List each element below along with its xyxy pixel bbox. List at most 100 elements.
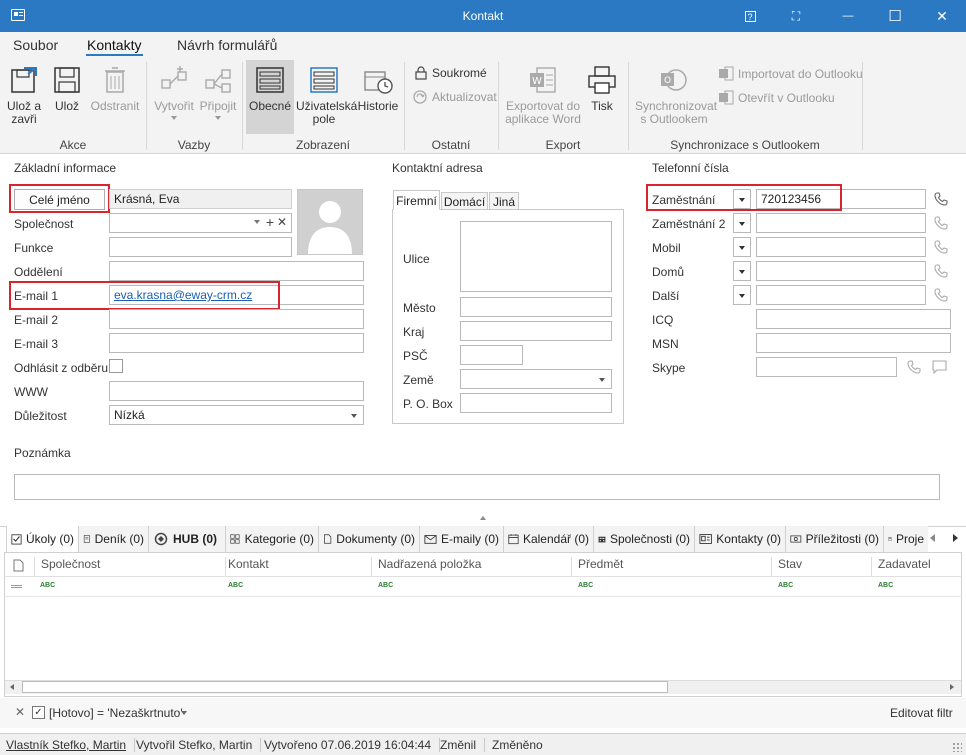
column-header-nadrazena-polozka[interactable]: Nadřazená položka — [372, 557, 572, 576]
menu-kontakty[interactable]: Kontakty — [87, 37, 141, 53]
column-header-stav[interactable]: Stav — [772, 557, 872, 576]
filter-kontakt[interactable]: ABC — [228, 582, 243, 589]
create-button[interactable]: Vytvořit — [152, 64, 196, 120]
clear-filter-icon[interactable]: ✕ — [15, 705, 25, 719]
tab-prilezitosti[interactable]: Příležitosti (0) — [786, 526, 884, 552]
tab-domaci[interactable]: Domácí — [441, 192, 488, 210]
export-word-button[interactable]: W Exportovat do aplikace Word — [504, 64, 582, 126]
private-toggle[interactable]: Soukromé — [414, 66, 487, 80]
note-field[interactable] — [14, 474, 940, 500]
msn-field[interactable] — [756, 333, 951, 353]
call-icon[interactable] — [934, 288, 948, 302]
scroll-right-icon[interactable] — [950, 684, 954, 690]
tab-denik[interactable]: Deník (0) — [79, 526, 149, 552]
pobox-field[interactable] — [460, 393, 612, 413]
email2-field[interactable] — [109, 309, 364, 329]
department-field[interactable] — [109, 261, 364, 281]
phone-field-other[interactable] — [756, 285, 926, 305]
tab-kalendar[interactable]: Kalendář (0) — [504, 526, 594, 552]
filter-predmet[interactable]: ABC — [578, 582, 593, 589]
fullname-field[interactable]: Krásná, Eva — [109, 189, 292, 209]
skype-call-icon[interactable] — [907, 360, 921, 374]
tab-dokumenty[interactable]: Dokumenty (0) — [319, 526, 420, 552]
menu-soubor[interactable]: Soubor — [13, 37, 58, 53]
city-field[interactable] — [460, 297, 612, 317]
close-button[interactable]: ✕ — [919, 0, 965, 32]
column-header-zadavatel[interactable]: Zadavatel — [872, 557, 962, 576]
zip-field[interactable] — [460, 345, 523, 365]
minimize-button[interactable]: — — [825, 0, 871, 32]
print-button[interactable]: Tisk — [584, 64, 620, 113]
fullname-button[interactable]: Celé jméno — [14, 189, 105, 210]
scrollbar-thumb[interactable] — [22, 681, 668, 693]
email1-link[interactable]: eva.krasna@eway-crm.cz — [114, 288, 252, 302]
tab-kategorie[interactable]: Kategorie (0) — [226, 526, 319, 552]
tab-spolecnosti[interactable]: Společnosti (0) — [594, 526, 695, 552]
filter-stav[interactable]: ABC — [778, 582, 793, 589]
save-close-button[interactable]: Ulož a zavři — [4, 64, 44, 126]
email3-field[interactable] — [109, 333, 364, 353]
chat-icon[interactable] — [932, 360, 947, 374]
fullscreen-icon[interactable]: ⛶ — [773, 0, 819, 32]
column-header-spolecnost[interactable]: Společnost — [34, 557, 226, 576]
chevron-down-icon[interactable] — [181, 711, 187, 715]
save-button[interactable]: Ulož — [50, 64, 84, 113]
help-icon[interactable]: ? — [727, 0, 773, 32]
importance-select[interactable]: Nízká — [109, 405, 364, 425]
phone-field-mobile[interactable] — [756, 237, 926, 257]
call-icon[interactable] — [934, 216, 948, 230]
tab-kontakty[interactable]: Kontakty (0) — [695, 526, 786, 552]
history-button[interactable]: Historie — [356, 64, 400, 113]
call-icon[interactable] — [934, 192, 948, 206]
import-outlook-button[interactable]: Importovat do Outlooku — [718, 66, 863, 82]
attach-button[interactable]: Připojit — [198, 64, 238, 120]
clear-icon[interactable]: ✕ — [277, 215, 287, 229]
phone-field-work[interactable]: 720123456 — [756, 189, 926, 209]
street-field[interactable] — [460, 221, 612, 292]
tabs-scroll-left-icon[interactable] — [930, 534, 935, 542]
user-fields-button[interactable]: Uživatelská pole — [296, 64, 357, 126]
maximize-button[interactable]: ☐ — [872, 0, 918, 32]
phone-field-home[interactable] — [756, 261, 926, 281]
phone-field-work2[interactable] — [756, 213, 926, 233]
skype-field[interactable] — [756, 357, 897, 377]
filter-nadrazena-polozka[interactable]: ABC — [378, 582, 393, 589]
open-outlook-button[interactable]: Otevřít v Outlooku — [718, 90, 835, 106]
general-view-button[interactable]: Obecné — [248, 64, 292, 113]
add-icon[interactable]: + — [266, 214, 274, 230]
phone-type-dropdown-work2[interactable] — [733, 213, 751, 233]
phone-type-dropdown-home[interactable] — [733, 261, 751, 281]
tab-firemni[interactable]: Firemní — [393, 190, 440, 210]
filter-expression[interactable]: [Hotovo] = 'Nezaškrtnuto' — [49, 706, 183, 720]
delete-button[interactable]: Odstranit — [90, 64, 140, 113]
www-field[interactable] — [109, 381, 364, 401]
splitter-up-icon[interactable] — [480, 516, 486, 520]
unsubscribe-checkbox[interactable] — [109, 359, 123, 373]
tabs-scroll-right-icon[interactable] — [953, 534, 958, 542]
function-field[interactable] — [109, 237, 292, 257]
tab-hub[interactable]: HUB (0) — [149, 526, 226, 552]
filter-row-icon[interactable] — [11, 585, 22, 588]
resize-grip-icon[interactable] — [952, 742, 962, 752]
company-field[interactable]: + ✕ — [109, 213, 292, 233]
owner-link[interactable]: Vlastník Stefko, Martin — [6, 738, 136, 752]
contact-photo[interactable] — [297, 189, 363, 255]
column-header-kontakt[interactable]: Kontakt — [222, 557, 372, 576]
country-select[interactable] — [460, 369, 612, 389]
phone-type-dropdown-mobile[interactable] — [733, 237, 751, 257]
email1-field[interactable]: eva.krasna@eway-crm.cz — [109, 285, 364, 305]
phone-type-dropdown-work[interactable] — [733, 189, 751, 209]
filter-enabled-checkbox[interactable]: ✓ — [32, 706, 45, 719]
tab-emaily[interactable]: E-maily (0) — [420, 526, 504, 552]
filter-spolecnost[interactable]: ABC — [40, 582, 55, 589]
call-icon[interactable] — [934, 240, 948, 254]
tab-jina[interactable]: Jiná — [489, 192, 519, 210]
scroll-left-icon[interactable] — [10, 684, 14, 690]
refresh-button[interactable]: Aktualizovat — [412, 89, 497, 105]
edit-filter-button[interactable]: Editovat filtr — [890, 706, 953, 720]
filter-zadavatel[interactable]: ABC — [878, 582, 893, 589]
column-header-predmet[interactable]: Předmět — [572, 557, 772, 576]
tab-projekty[interactable]: Proje — [884, 526, 928, 552]
sync-outlook-button[interactable]: O Synchronizovat s Outlookem — [634, 64, 717, 126]
call-icon[interactable] — [934, 264, 948, 278]
